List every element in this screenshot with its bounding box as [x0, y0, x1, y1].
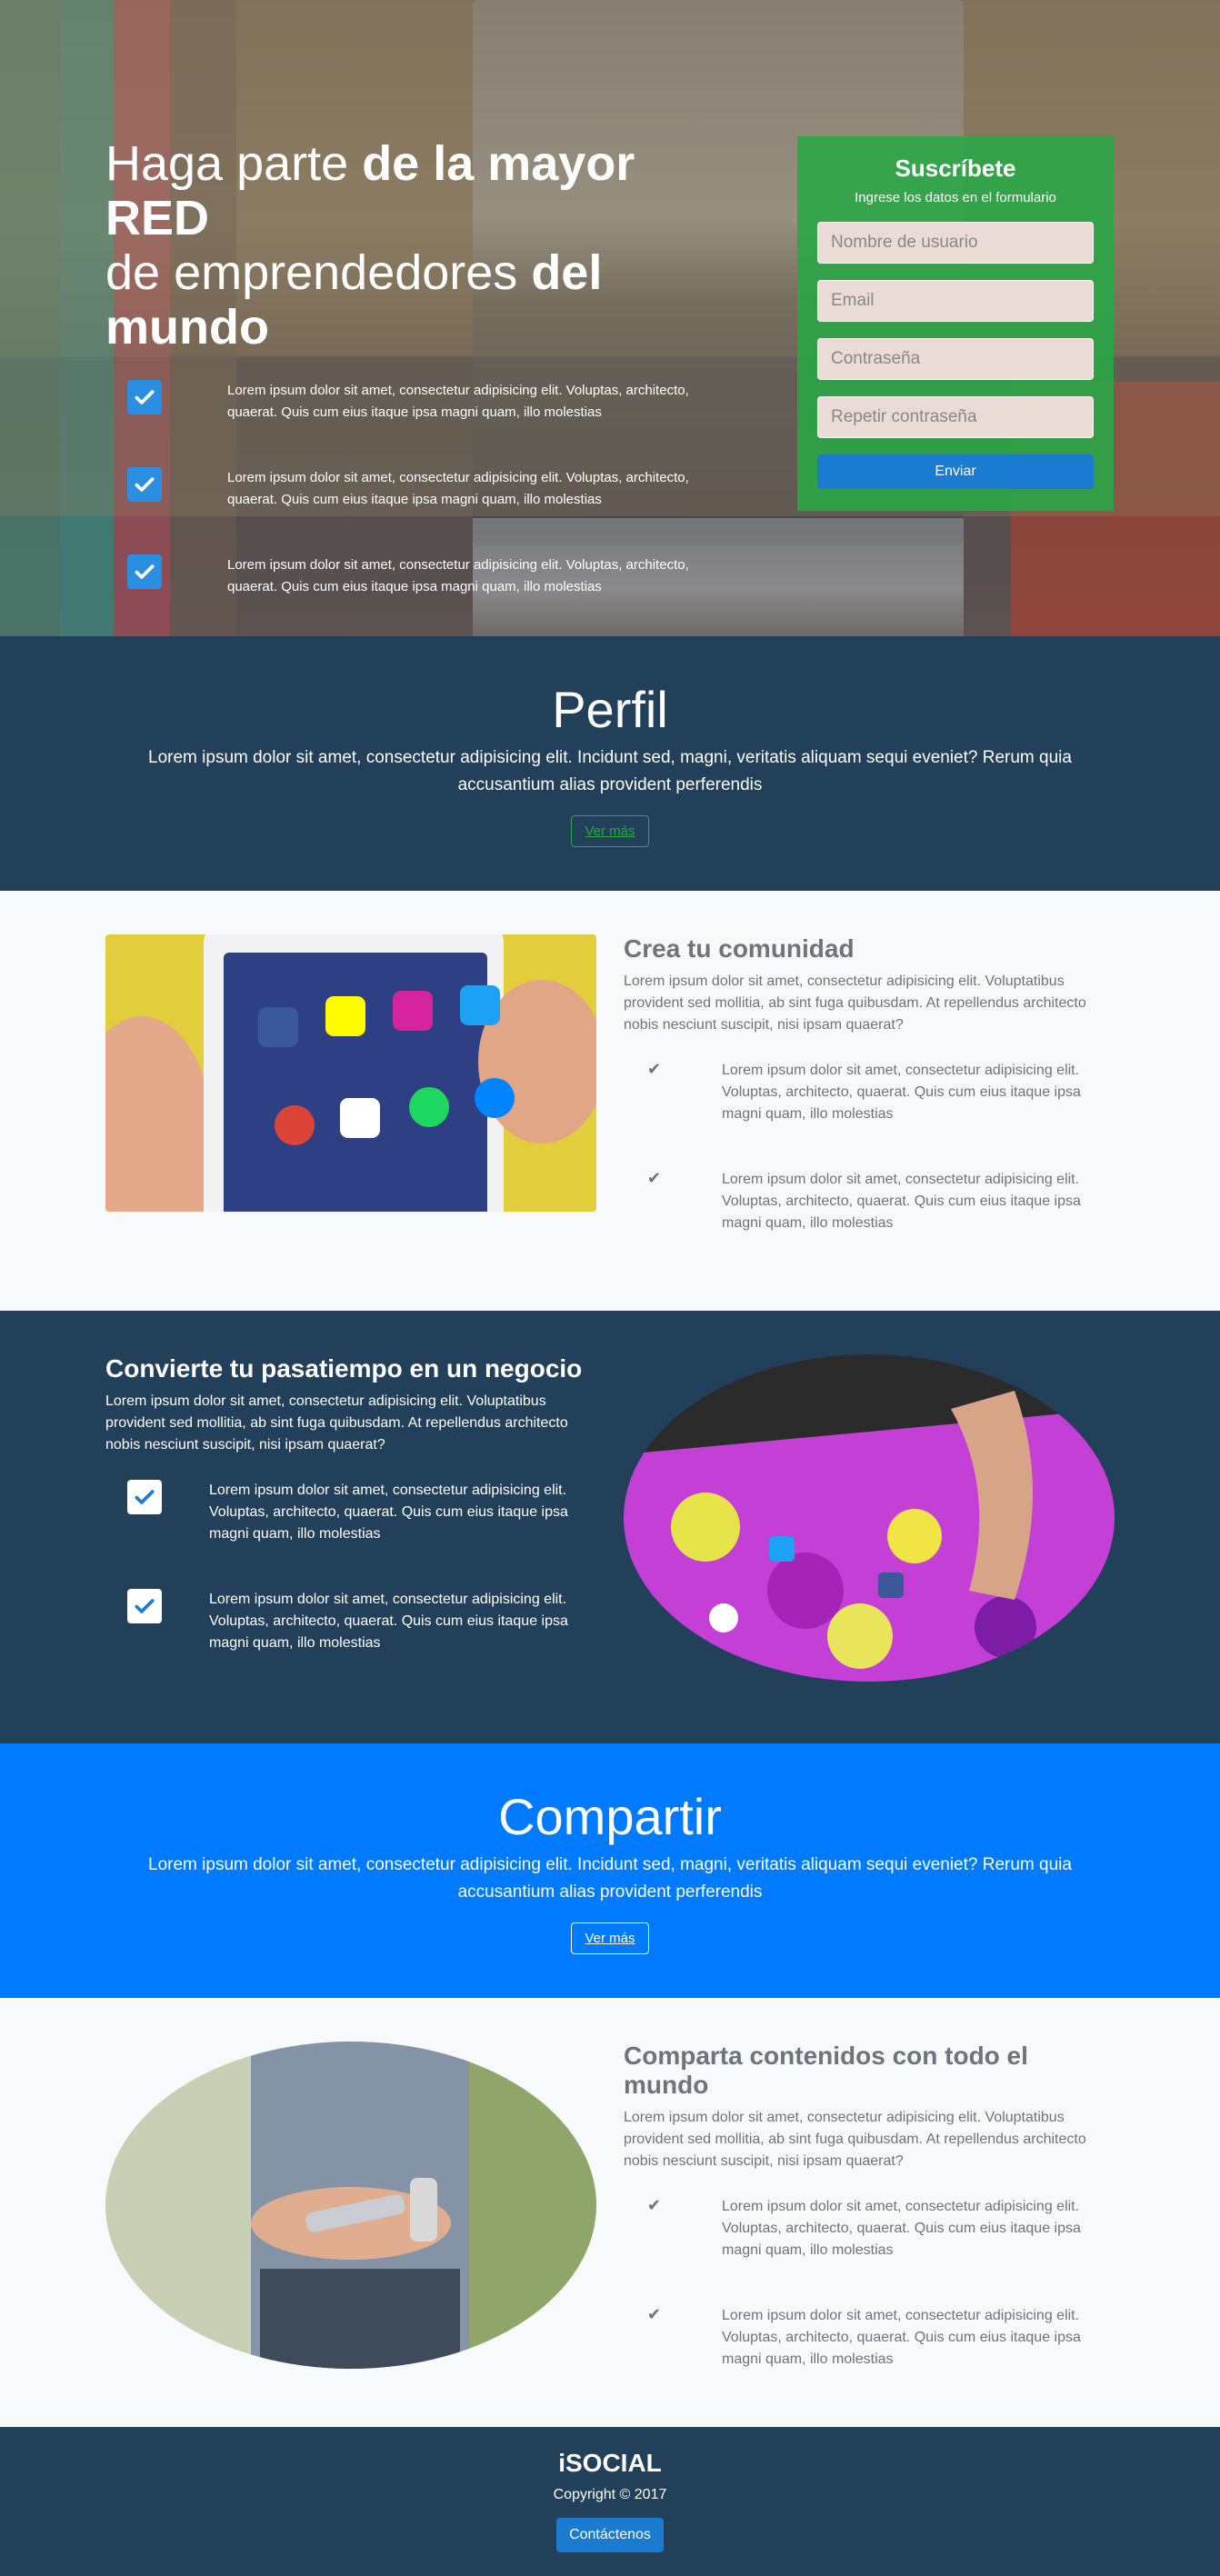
negocio-lead: Lorem ipsum dolor sit amet, consectetur … — [105, 1393, 568, 1453]
check-icon: ✔ — [647, 1060, 662, 1078]
hero-feature-text: Lorem ipsum dolor sit amet, consectetur … — [227, 470, 689, 507]
compartir-title: Compartir — [498, 1788, 722, 1845]
checkbox-checked-icon — [127, 380, 162, 414]
checkbox-checked-icon — [127, 1480, 162, 1514]
footer-copyright: Copyright © 2017 — [553, 2487, 667, 2502]
comunidad-lead: Lorem ipsum dolor sit amet, consectetur … — [624, 973, 1086, 1033]
password-input[interactable] — [817, 338, 1094, 380]
list-item: ✔ Lorem ipsum dolor sit amet, consectetu… — [624, 2305, 1096, 2414]
hero-section: Haga parte de la mayor RED de emprendedo… — [0, 0, 1220, 636]
negocio-title: Convierte tu pasatiempo en un negocio — [105, 1354, 583, 1383]
perfil-section: Perfil Lorem ipsum dolor sit amet, conse… — [0, 636, 1220, 891]
list-item-text: Lorem ipsum dolor sit amet, consectetur … — [209, 1483, 568, 1542]
compartir-more-button[interactable]: Ver más — [571, 1922, 649, 1954]
perfil-title: Perfil — [552, 681, 668, 738]
checkbox-checked-icon — [127, 1589, 162, 1623]
list-item-text: Lorem ipsum dolor sit amet, consectetur … — [722, 2199, 1081, 2258]
hero-content: Haga parte de la mayor RED de emprendedo… — [105, 136, 742, 636]
contact-button[interactable]: Contáctenos — [556, 2518, 664, 2552]
list-item-text: Lorem ipsum dolor sit amet, consectetur … — [722, 2308, 1081, 2367]
contenidos-title: Comparta contenidos con todo el mundo — [624, 2042, 1028, 2099]
check-icon: ✔ — [647, 2305, 662, 2323]
list-item-text: Lorem ipsum dolor sit amet, consectetur … — [722, 1063, 1081, 1122]
list-item: ✔ Lorem ipsum dolor sit amet, consectetu… — [624, 2196, 1096, 2305]
repeat-password-input[interactable] — [817, 396, 1094, 438]
hero-feature-list: Lorem ipsum dolor sit amet, consectetur … — [105, 380, 742, 636]
email-input[interactable] — [817, 280, 1094, 322]
checkbox-checked-icon — [127, 554, 162, 589]
list-item-text: Lorem ipsum dolor sit amet, consectetur … — [722, 1172, 1081, 1231]
list-item: Lorem ipsum dolor sit amet, consectetur … — [105, 1480, 596, 1589]
comunidad-list: ✔ Lorem ipsum dolor sit amet, consectetu… — [624, 1060, 1096, 1278]
negocio-text: Convierte tu pasatiempo en un negocio Lo… — [105, 1354, 596, 1698]
hero-feature-item: Lorem ipsum dolor sit amet, consectetur … — [105, 467, 742, 554]
comunidad-title: Crea tu comunidad — [624, 934, 855, 963]
signup-form: Suscríbete Ingrese los datos en el formu… — [797, 136, 1114, 511]
hero-title: Haga parte de la mayor RED de emprendedo… — [105, 136, 742, 354]
hero-feature-item: Lorem ipsum dolor sit amet, consectetur … — [105, 554, 742, 636]
signup-subtitle: Ingrese los datos en el formulario — [855, 190, 1056, 205]
phone-apps-image — [105, 934, 596, 1212]
username-input[interactable] — [817, 222, 1094, 264]
list-item: Lorem ipsum dolor sit amet, consectetur … — [105, 1589, 596, 1698]
compartir-text: Lorem ipsum dolor sit amet, consectetur … — [148, 1855, 1072, 1902]
contenidos-text: Comparta contenidos con todo el mundo Lo… — [624, 2042, 1096, 2414]
hero-feature-item: Lorem ipsum dolor sit amet, consectetur … — [105, 380, 742, 467]
hero-feature-text: Lorem ipsum dolor sit amet, consectetur … — [227, 383, 689, 420]
list-item-text: Lorem ipsum dolor sit amet, consectetur … — [209, 1592, 568, 1651]
perfil-text: Lorem ipsum dolor sit amet, consectetur … — [148, 748, 1072, 794]
check-icon: ✔ — [647, 2196, 662, 2214]
list-item: ✔ Lorem ipsum dolor sit amet, consectetu… — [624, 1169, 1096, 1278]
comunidad-text: Crea tu comunidad Lorem ipsum dolor sit … — [624, 934, 1096, 1278]
compartir-section: Compartir Lorem ipsum dolor sit amet, co… — [0, 1743, 1220, 1998]
tablet-touch-image — [624, 1354, 1115, 1682]
hands-phone-image — [105, 2042, 596, 2369]
footer: iSOCIAL Copyright © 2017 Contáctenos — [0, 2427, 1220, 2576]
perfil-more-button[interactable]: Ver más — [571, 815, 649, 847]
check-icon: ✔ — [647, 1169, 662, 1187]
checkbox-checked-icon — [127, 467, 162, 502]
comunidad-section: Crea tu comunidad Lorem ipsum dolor sit … — [0, 891, 1220, 1311]
hero-title-part: Haga parte — [105, 136, 363, 191]
negocio-list: Lorem ipsum dolor sit amet, consectetur … — [105, 1480, 596, 1698]
contenidos-section: Comparta contenidos con todo el mundo Lo… — [0, 1998, 1220, 2427]
hero-feature-text: Lorem ipsum dolor sit amet, consectetur … — [227, 557, 689, 594]
footer-brand: iSOCIAL — [558, 2449, 662, 2477]
negocio-section: Convierte tu pasatiempo en un negocio Lo… — [0, 1311, 1220, 1743]
contenidos-lead: Lorem ipsum dolor sit amet, consectetur … — [624, 2110, 1086, 2169]
list-item: ✔ Lorem ipsum dolor sit amet, consectetu… — [624, 1060, 1096, 1169]
signup-title: Suscríbete — [895, 155, 1016, 182]
submit-button[interactable]: Enviar — [817, 454, 1094, 489]
contenidos-list: ✔ Lorem ipsum dolor sit amet, consectetu… — [624, 2196, 1096, 2414]
hero-title-part: de emprendedores — [105, 245, 532, 300]
